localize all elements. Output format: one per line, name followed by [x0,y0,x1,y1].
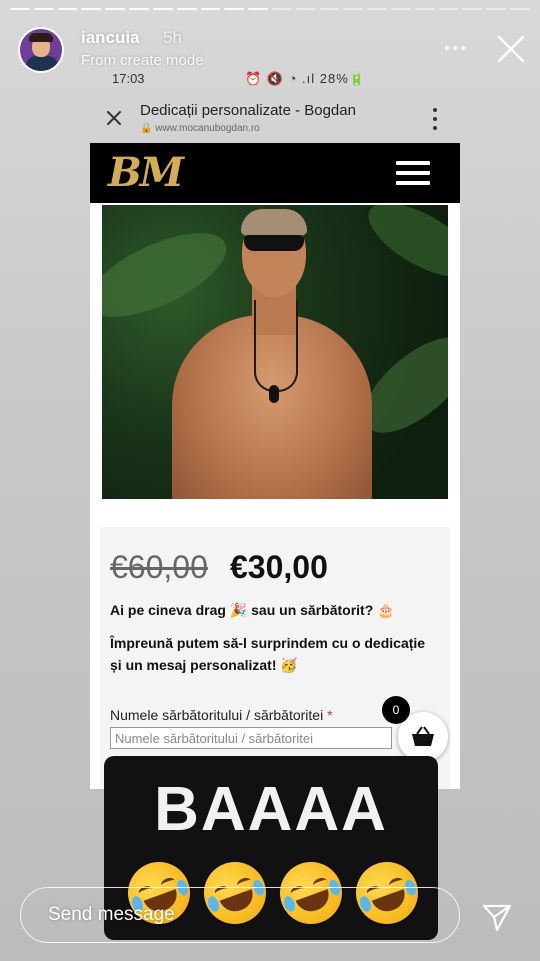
progress-segment [57,8,78,10]
progress-segment [367,8,387,10]
phone-status-icons: ⏰ 🔇 ◔ .ıl 28%🔋 [245,71,366,86]
sticker-text: BAAAA [154,775,388,844]
phone-status-time: 17:03 [112,71,145,86]
recipient-name-label: Numele sărbătoritului / sărbătoritei * [110,707,333,723]
progress-segment [343,8,364,10]
progress-segment [152,8,173,10]
site-header: BM [90,143,460,203]
progress-segment [462,8,483,10]
story-username[interactable]: iancuia [81,28,140,48]
required-mark: * [327,707,333,723]
site-logo: BM [108,149,184,196]
recipient-name-label-text: Numele sărbătoritului / sărbătoritei [110,707,324,723]
message-placeholder[interactable]: Send message [48,904,175,926]
progress-segment [248,8,268,10]
close-icon[interactable] [494,32,528,66]
product-description: Împreună putem să-l surprindem cu o dedi… [110,635,426,673]
progress-segment [438,8,459,10]
progress-segment [391,8,411,10]
progress-segment [33,8,54,10]
product-tagline: Ai pe cineva drag 🎉 sau un sărbătorit? 🎂 [110,602,395,618]
progress-segment [81,8,102,10]
product-photo [102,205,448,499]
basket-icon [412,726,434,746]
browser-toolbar: Dedicații personalizate - Bogdan 🔒 www.m… [90,96,460,140]
progress-segment [200,8,221,10]
avatar-body [26,56,58,71]
avatar-hat [29,33,53,42]
browser-menu-icon [430,108,440,130]
progress-segment [10,8,30,10]
story-time-ago: 5h [163,28,182,47]
photo-sunglasses [244,235,304,251]
browser-url-text: www.mocanubogdan.ro [155,123,260,134]
progress-segment [176,8,197,10]
photo-pendant [269,385,279,403]
phone-status-bar: 17:03 ⏰ 🔇 ◔ .ıl 28%🔋 [90,68,460,90]
progress-segment [224,8,245,10]
progress-segment [414,8,435,10]
cart-count-badge: 0 [382,696,410,724]
old-price: €60,00 [110,549,208,585]
product-info-panel: €60,00 €30,00 Ai pe cineva drag 🎉 sau un… [100,527,450,789]
progress-segment [510,8,530,10]
progress-segment [486,8,507,10]
sale-price: €30,00 [230,549,328,585]
progress-segment [295,8,316,10]
recipient-name-input [110,727,392,749]
story-mode-label: From create mode [81,52,204,69]
more-options-icon[interactable] [440,34,470,62]
browser-url: 🔒 www.mocanubogdan.ro [140,123,260,134]
hamburger-menu-icon [396,161,430,185]
progress-segment [319,8,340,10]
progress-segment [129,8,149,10]
user-avatar[interactable] [18,27,64,73]
story-progress-bar [10,8,530,10]
progress-segment [271,8,292,10]
browser-page-title: Dedicații personalizate - Bogdan [140,102,356,119]
progress-segment [105,8,126,10]
send-icon[interactable] [480,900,514,934]
browser-close-icon [104,108,124,128]
